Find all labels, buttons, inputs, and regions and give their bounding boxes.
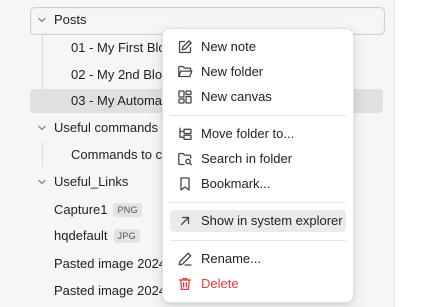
menu-item-search-in-folder[interactable]: Search in folder: [170, 148, 346, 170]
file-item-active[interactable]: 03 - My Automation: [71, 89, 171, 113]
menu-separator: [170, 240, 346, 241]
menu-item-label: New canvas: [201, 89, 272, 104]
layout-dashboard-icon: [177, 89, 193, 105]
app-window: Posts 01 - My First Blog 02 - My 2nd Blo…: [0, 0, 428, 307]
chevron-down-icon[interactable]: [36, 14, 48, 26]
file-item[interactable]: 01 - My First Blog: [71, 36, 171, 60]
menu-separator: [170, 202, 346, 203]
file-label: Capture1: [54, 202, 108, 217]
file-item[interactable]: Pasted image 2024: [54, 279, 162, 303]
menu-item-label: New note: [201, 39, 256, 54]
menu-item-label: Search in folder: [201, 151, 293, 166]
menu-item-rename[interactable]: Rename...: [170, 248, 346, 270]
folder-label: Useful commands: [54, 120, 159, 135]
file-label: Pasted image 2024: [54, 283, 162, 298]
file-label: Commands to copy: [71, 147, 163, 162]
file-label: 01 - My First Blog: [71, 40, 171, 55]
pencil-icon: [177, 251, 193, 267]
folder-useful-commands[interactable]: Useful commands: [36, 116, 166, 140]
file-label: 03 - My Automation: [71, 93, 171, 108]
menu-item-delete[interactable]: Delete: [170, 273, 346, 295]
folder-label: Posts: [54, 12, 87, 27]
file-item[interactable]: Commands to copy: [71, 143, 163, 167]
menu-item-label: Show in system explorer: [201, 213, 343, 228]
file-label: hqdefault: [54, 228, 108, 243]
menu-item-show-in-explorer[interactable]: Show in system explorer: [170, 210, 346, 232]
menu-separator: [170, 115, 346, 116]
folder-label: Useful_Links: [54, 174, 129, 189]
folder-tree-icon: [177, 126, 193, 142]
file-item[interactable]: Pasted image 2024: [54, 252, 162, 276]
menu-item-label: Delete: [201, 276, 239, 291]
chevron-down-icon[interactable]: [36, 122, 48, 134]
menu-item-label: New folder: [201, 64, 264, 79]
menu-item-new-folder[interactable]: New folder: [170, 61, 346, 83]
menu-item-bookmark[interactable]: Bookmark...: [170, 173, 346, 195]
folder-search-icon: [177, 151, 193, 167]
arrow-up-right-icon: [177, 213, 193, 229]
file-label: 02 - My 2nd Blog: [71, 67, 170, 82]
menu-item-new-canvas[interactable]: New canvas: [170, 86, 346, 108]
indent-guide: [42, 142, 43, 167]
file-label: Pasted image 2024: [54, 256, 162, 271]
file-type-badge: PNG: [113, 203, 142, 217]
menu-item-label: Bookmark...: [201, 176, 271, 191]
file-item[interactable]: 02 - My 2nd Blog: [71, 63, 171, 87]
file-item[interactable]: Capture1 PNG: [54, 198, 162, 222]
menu-item-label: Rename...: [201, 251, 261, 266]
file-item[interactable]: hqdefault JPG: [54, 224, 162, 248]
trash-icon: [177, 276, 193, 292]
bookmark-icon: [177, 176, 193, 192]
menu-item-move-folder[interactable]: Move folder to...: [170, 123, 346, 145]
folder-open-icon: [177, 64, 193, 80]
menu-item-label: Move folder to...: [201, 126, 295, 141]
chevron-down-icon[interactable]: [36, 176, 48, 188]
folder-useful-links[interactable]: Useful_Links: [36, 170, 162, 194]
edit-icon: [177, 39, 193, 55]
context-menu: New note New folder New canvas Move fold…: [162, 28, 354, 303]
menu-item-new-note[interactable]: New note: [170, 36, 346, 58]
file-type-badge: JPG: [113, 229, 140, 243]
